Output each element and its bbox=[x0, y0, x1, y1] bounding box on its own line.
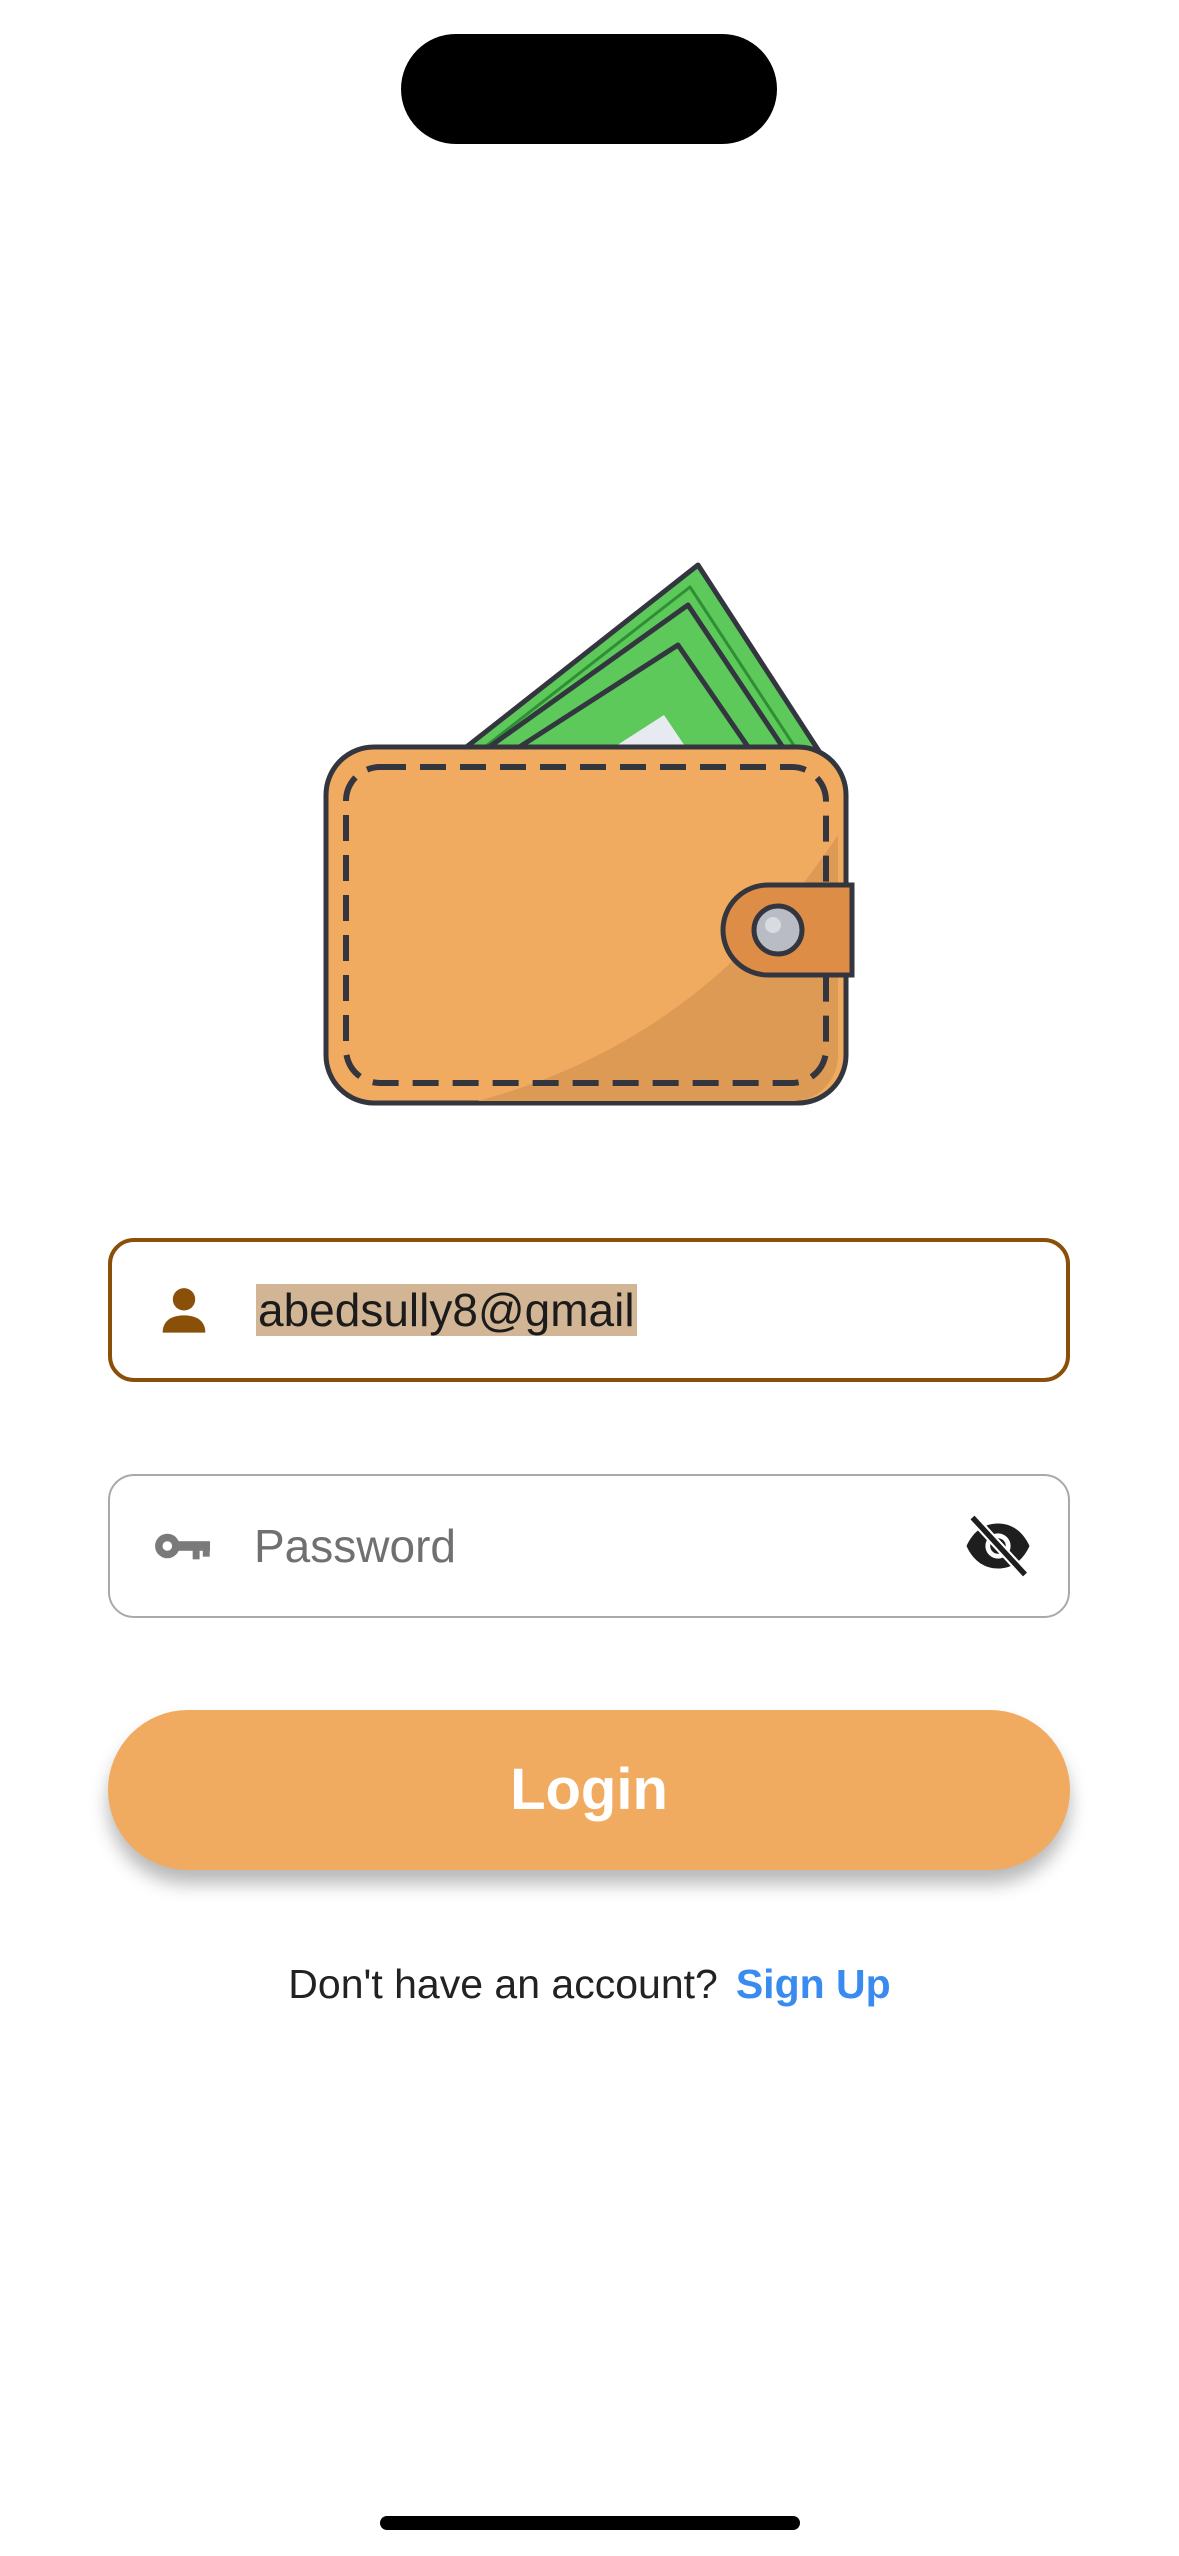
login-screen: abedsully8@gmail Password Login Don't ha… bbox=[0, 0, 1179, 2556]
signup-link[interactable]: Sign Up bbox=[736, 1961, 891, 2007]
home-indicator[interactable] bbox=[380, 2516, 800, 2530]
wallet-with-cash-icon bbox=[323, 562, 855, 1106]
key-icon bbox=[155, 1533, 210, 1560]
email-field[interactable]: abedsully8@gmail bbox=[108, 1238, 1070, 1382]
login-button[interactable]: Login bbox=[108, 1710, 1070, 1870]
signup-prompt: Don't have an account? Sign Up bbox=[0, 1958, 1179, 2010]
password-field[interactable]: Password bbox=[108, 1474, 1070, 1618]
email-input[interactable]: abedsully8@gmail bbox=[256, 1282, 637, 1338]
dynamic-island bbox=[401, 34, 777, 144]
eye-off-icon[interactable] bbox=[962, 1510, 1034, 1582]
person-icon bbox=[162, 1288, 206, 1333]
signup-prompt-text: Don't have an account? bbox=[288, 1961, 718, 2007]
password-input[interactable]: Password bbox=[254, 1518, 456, 1574]
email-value: abedsully8@gmail bbox=[256, 1284, 637, 1336]
